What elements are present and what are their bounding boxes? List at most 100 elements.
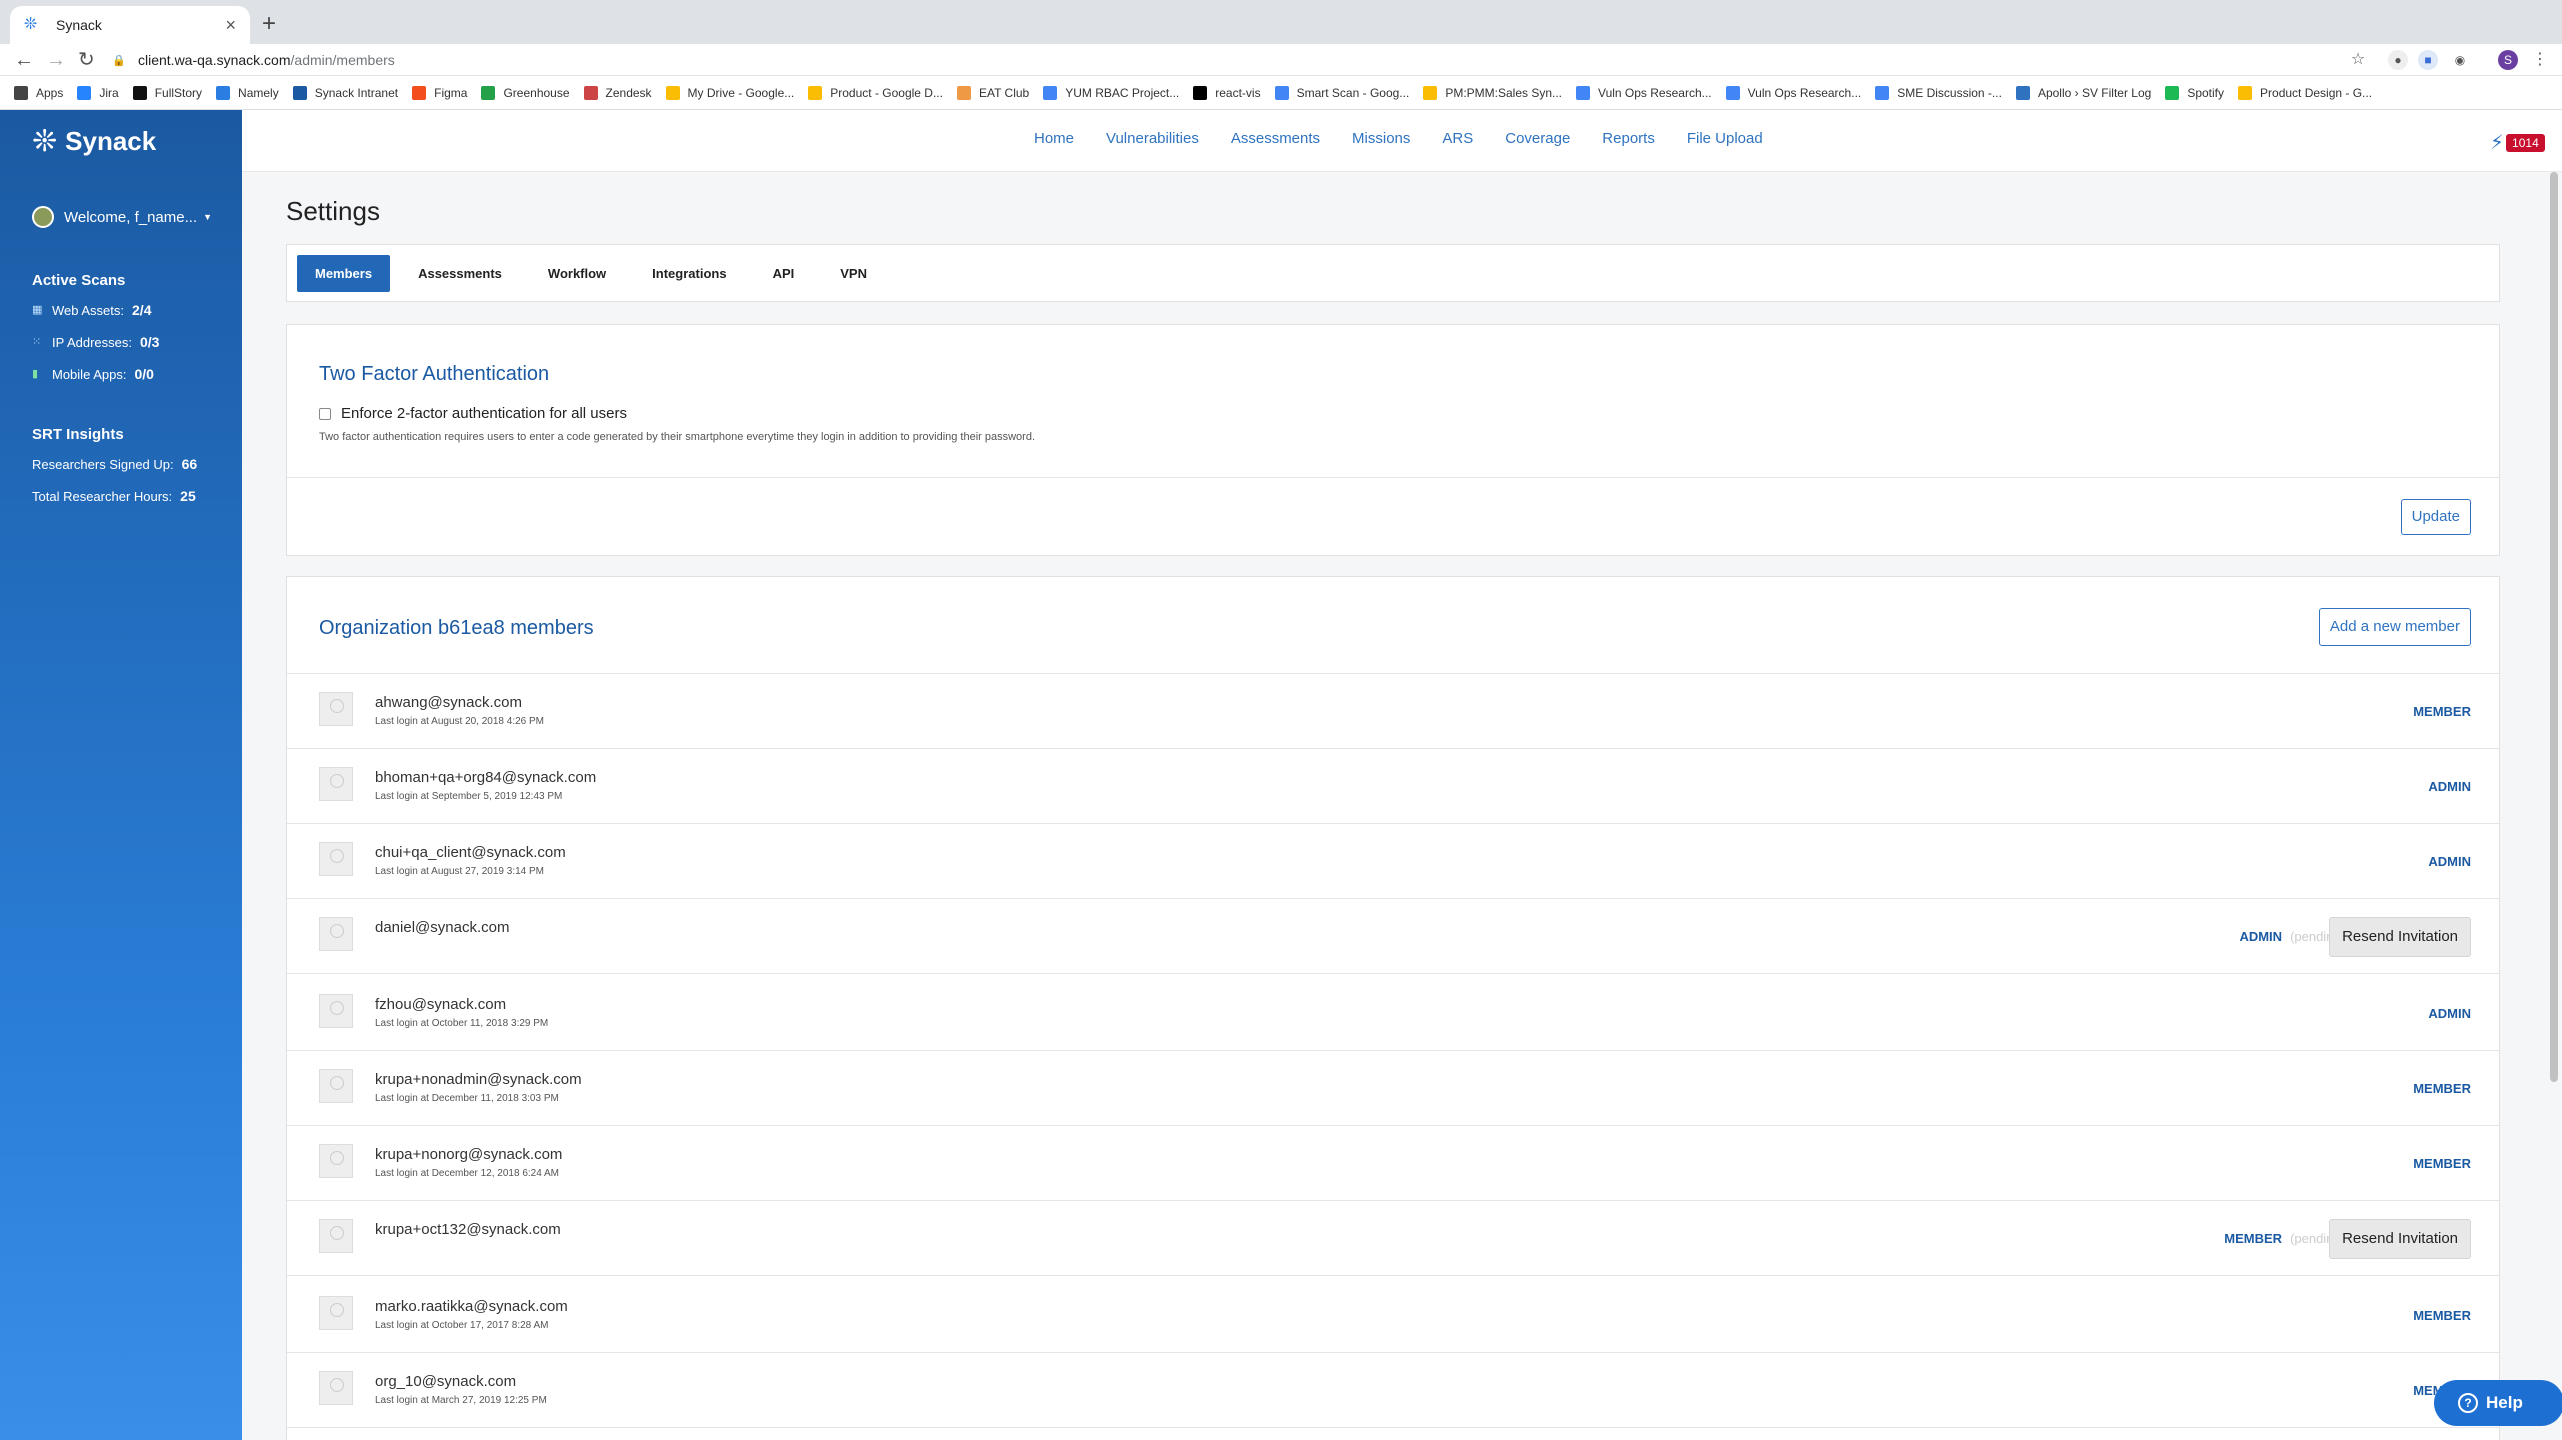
bookmark-item[interactable]: SME Discussion -... <box>1875 85 2002 100</box>
member-role[interactable]: MEMBER <box>2413 1308 2471 1323</box>
extension-icon[interactable]: ■ <box>2418 50 2438 70</box>
bookmark-item[interactable]: YUM RBAC Project... <box>1043 85 1179 100</box>
address-bar[interactable]: 🔒 client.wa-qa.synack.com/admin/members <box>112 47 2362 73</box>
synack-logo[interactable]: ❊ Synack <box>32 124 156 159</box>
update-button[interactable]: Update <box>2400 499 2471 535</box>
resend-invitation-button[interactable]: Resend Invitation <box>2329 1219 2471 1259</box>
bookmark-item[interactable]: My Drive - Google... <box>665 85 794 100</box>
bookmark-label: Figma <box>434 85 468 100</box>
table-row: krupa+nonorg@synack.com Last login at Dec… <box>287 1126 2499 1201</box>
bookmark-icon <box>1725 85 1740 100</box>
member-role[interactable]: MEMBER <box>2413 1081 2471 1096</box>
member-last-login: Last login at December 12, 2018 6:24 AM <box>375 1168 560 1179</box>
reload-icon[interactable]: ↻ <box>78 48 95 72</box>
bookmark-item[interactable]: Vuln Ops Research... <box>1725 85 1861 100</box>
bookmark-icon <box>956 85 971 100</box>
bookmark-item[interactable]: Figma <box>412 85 468 100</box>
member-last-login: Last login at March 27, 2019 12:25 PM <box>375 1395 547 1406</box>
member-email: krupa+nonorg@synack.com <box>375 1146 563 1163</box>
activity-indicator[interactable]: ⚡ 1014 <box>2490 130 2545 155</box>
bookmark-item[interactable]: Namely <box>216 85 279 100</box>
members-panel: Organization b61ea8 members Add a new me… <box>286 576 2500 1440</box>
bookmark-item[interactable]: react-vis <box>1193 85 1261 100</box>
browser-toolbar: ← → ↻ 🔒 client.wa-qa.synack.com/admin/me… <box>0 44 2562 76</box>
help-icon: ? <box>2458 1393 2478 1413</box>
bookmark-icon <box>1193 85 1208 100</box>
nav-reports[interactable]: Reports <box>1602 130 1655 147</box>
member-role[interactable]: ADMIN <box>2428 1006 2471 1021</box>
nav-home[interactable]: Home <box>1034 130 1074 147</box>
enforce-2fa-checkbox[interactable]: Enforce 2-factor authentication for all … <box>319 405 627 422</box>
member-email: ahwang@synack.com <box>375 694 522 711</box>
bookmark-item[interactable]: Apollo › SV Filter Log <box>2015 85 2151 100</box>
member-role[interactable]: MEMBER <box>2413 704 2471 719</box>
lock-icon: 🔒 <box>112 54 126 67</box>
profile-avatar[interactable]: S <box>2498 50 2518 70</box>
bookmark-icon <box>292 85 307 100</box>
nav-assessments[interactable]: Assessments <box>1231 130 1320 147</box>
user-menu[interactable]: Welcome, f_name... ▼ <box>32 206 212 228</box>
bookmark-item[interactable]: FullStory <box>132 85 202 100</box>
bookmark-icon <box>1576 85 1591 100</box>
bookmark-label: Jira <box>99 85 119 100</box>
app-root: ❊ Synack × + ← → ↻ 🔒 client.wa-qa.synack… <box>0 0 2562 1440</box>
browser-tab[interactable]: ❊ Synack × <box>10 6 250 44</box>
mobile-apps-icon: ▮ <box>32 368 39 380</box>
active-scan-web-assets: ▦ Web Assets: 2/4 <box>32 302 151 318</box>
avatar <box>319 1296 353 1330</box>
member-role[interactable]: ADMIN <box>2428 779 2471 794</box>
tab-integrations[interactable]: Integrations <box>634 255 744 292</box>
member-email: fzhou@synack.com <box>375 996 507 1013</box>
synack-favicon-icon: ❊ <box>24 16 38 33</box>
avatar <box>319 767 353 801</box>
bookmark-item[interactable]: Greenhouse <box>481 85 570 100</box>
member-role[interactable]: ADMIN <box>2428 854 2471 869</box>
browser-menu-icon[interactable]: ⋮ <box>2530 50 2550 70</box>
avatar <box>319 692 353 726</box>
tab-api[interactable]: API <box>755 255 813 292</box>
bookmark-item[interactable]: Product Design - G... <box>2238 85 2372 100</box>
scrollbar[interactable] <box>2550 172 2558 1082</box>
nav-vulnerabilities[interactable]: Vulnerabilities <box>1106 130 1199 147</box>
bookmark-item[interactable]: PM:PMM:Sales Syn... <box>1423 85 1563 100</box>
srt-value: 25 <box>180 488 196 504</box>
checkbox-box[interactable] <box>319 407 331 420</box>
add-member-button[interactable]: Add a new member <box>2318 608 2471 646</box>
tab-assessments[interactable]: Assessments <box>400 255 520 292</box>
bookmark-item[interactable]: EAT Club <box>956 85 1029 100</box>
bookmark-item[interactable]: Jira <box>77 85 119 100</box>
extension-icon[interactable]: ● <box>2388 50 2408 70</box>
bookmark-label: PM:PMM:Sales Syn... <box>1445 85 1563 100</box>
bookmark-item[interactable]: Smart Scan - Goog... <box>1274 85 1409 100</box>
close-tab-icon[interactable]: × <box>225 15 236 36</box>
nav-coverage[interactable]: Coverage <box>1505 130 1570 147</box>
bookmark-item[interactable]: Synack Intranet <box>292 85 398 100</box>
member-role[interactable]: MEMBER <box>2224 1231 2282 1246</box>
member-role[interactable]: MEMBER <box>2413 1156 2471 1171</box>
nav-file-upload[interactable]: File Upload <box>1687 130 1763 147</box>
tab-workflow[interactable]: Workflow <box>530 255 624 292</box>
member-email: krupa+oct132@synack.com <box>375 1221 561 1238</box>
camera-icon[interactable]: ◉ <box>2450 50 2470 70</box>
member-role[interactable]: ADMIN <box>2239 929 2282 944</box>
bookmark-star-icon[interactable]: ☆ <box>2348 50 2368 70</box>
bookmark-item[interactable]: Product - Google D... <box>808 85 943 100</box>
nav-ars[interactable]: ARS <box>1442 130 1473 147</box>
forward-icon[interactable]: → <box>46 48 66 72</box>
new-tab-icon[interactable]: + <box>262 12 276 36</box>
tab-vpn[interactable]: VPN <box>822 255 885 292</box>
bookmark-icon <box>1043 85 1058 100</box>
resend-invitation-button[interactable]: Resend Invitation <box>2329 917 2471 957</box>
bookmark-item[interactable]: Zendesk <box>583 85 652 100</box>
help-button[interactable]: ? Help <box>2434 1380 2562 1426</box>
nav-missions[interactable]: Missions <box>1352 130 1410 147</box>
tab-members[interactable]: Members <box>297 254 391 292</box>
bookmark-item[interactable]: Vuln Ops Research... <box>1576 85 1712 100</box>
member-last-login: Last login at September 5, 2019 12:43 PM <box>375 791 563 802</box>
bookmark-item[interactable]: Spotify <box>2165 85 2224 100</box>
back-icon[interactable]: ← <box>14 48 34 72</box>
checkbox-label: Enforce 2-factor authentication for all … <box>341 405 627 422</box>
bookmark-item[interactable]: Apps <box>14 85 63 100</box>
bookmarks-bar: Apps Jira FullStory Namely Synack Intranet Fi… <box>0 76 2562 110</box>
bookmark-icon <box>2238 85 2253 100</box>
